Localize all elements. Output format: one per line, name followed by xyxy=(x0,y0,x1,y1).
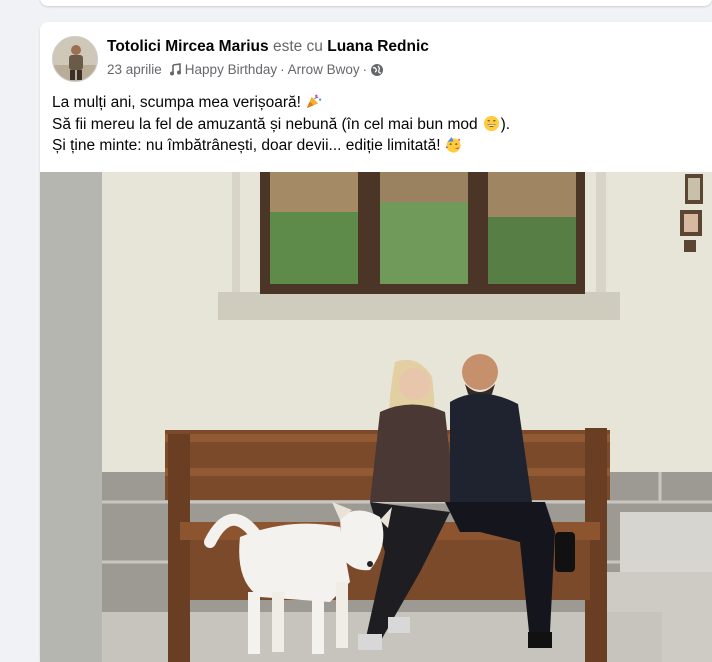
tagged-name[interactable]: Luana Rednic xyxy=(327,38,429,55)
post-line-3: Și ține minte: nu îmbătrânești, doar dev… xyxy=(52,137,441,154)
music-title[interactable]: Happy Birthday xyxy=(185,62,277,77)
post-date[interactable]: 23 aprilie xyxy=(107,62,162,77)
feed-post: Totolici Mircea Marius este cu Luana Red… xyxy=(40,22,712,662)
post-line-2-end: ). xyxy=(500,115,511,133)
music-artist[interactable]: Arrow Bwoy xyxy=(288,62,360,77)
with-text: este cu xyxy=(272,38,323,55)
post-text: La mulți ani, scumpa mea verișoară! Să f… xyxy=(52,92,700,157)
author-name[interactable]: Totolici Mircea Marius xyxy=(107,38,269,55)
separator-dot: · xyxy=(280,62,285,77)
previous-post-card xyxy=(40,0,712,6)
post-line-2: Să fii mereu la fel de amuzantă și nebun… xyxy=(52,115,478,133)
grinning-face-icon xyxy=(483,115,499,131)
music-note-icon xyxy=(169,63,182,76)
post-photo[interactable] xyxy=(40,172,712,662)
globe-icon[interactable] xyxy=(370,63,384,77)
author-avatar[interactable] xyxy=(52,36,98,82)
party-popper-icon xyxy=(306,94,322,109)
separator-dot: · xyxy=(362,62,368,77)
post-line-1: La mulți ani, scumpa mea verișoară! xyxy=(52,94,301,111)
partying-face-icon xyxy=(445,136,461,153)
post-header: Totolici Mircea Marius este cu Luana Red… xyxy=(52,36,700,82)
